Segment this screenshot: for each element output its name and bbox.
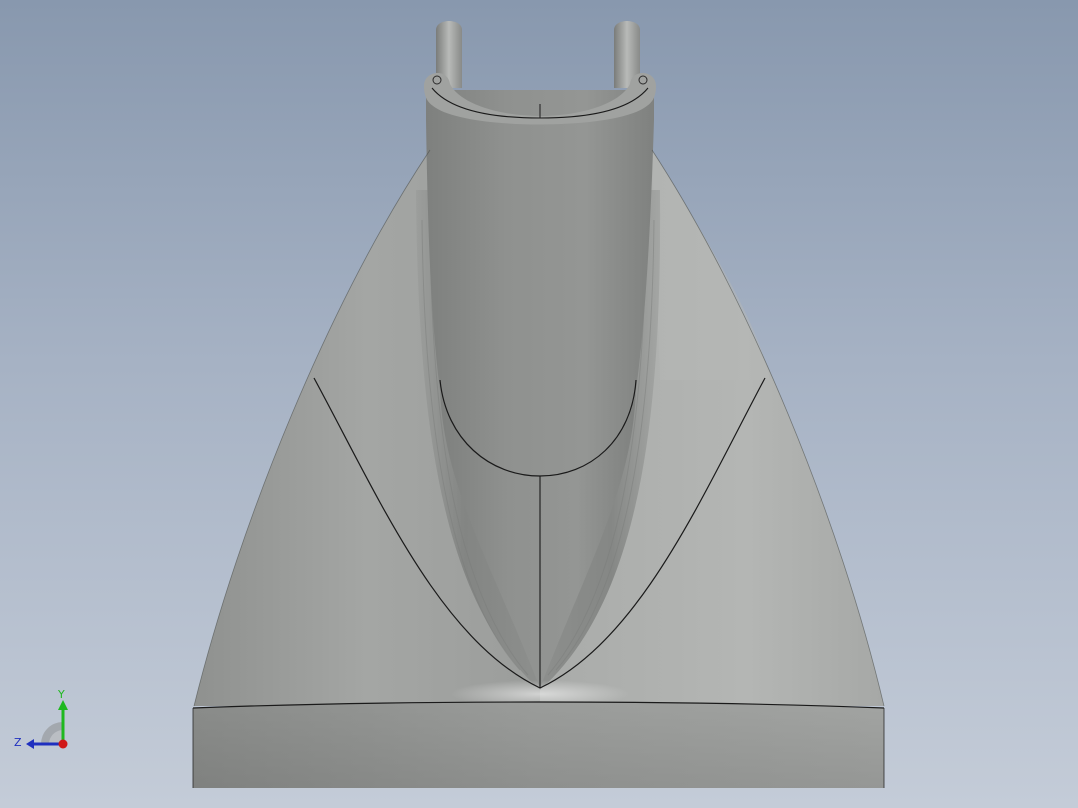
graphics-viewport[interactable]: Y Z — [0, 0, 1078, 808]
y-axis-arrow-icon — [58, 700, 68, 710]
cad-model-view[interactable] — [0, 0, 1078, 808]
orientation-triad: Y Z — [14, 688, 68, 749]
tube-cylinder — [426, 90, 654, 476]
z-axis-arrow-icon — [26, 739, 34, 749]
z-axis-label: Z — [14, 736, 22, 749]
y-axis-label: Y — [57, 688, 65, 701]
x-axis-dot-icon — [58, 739, 68, 749]
